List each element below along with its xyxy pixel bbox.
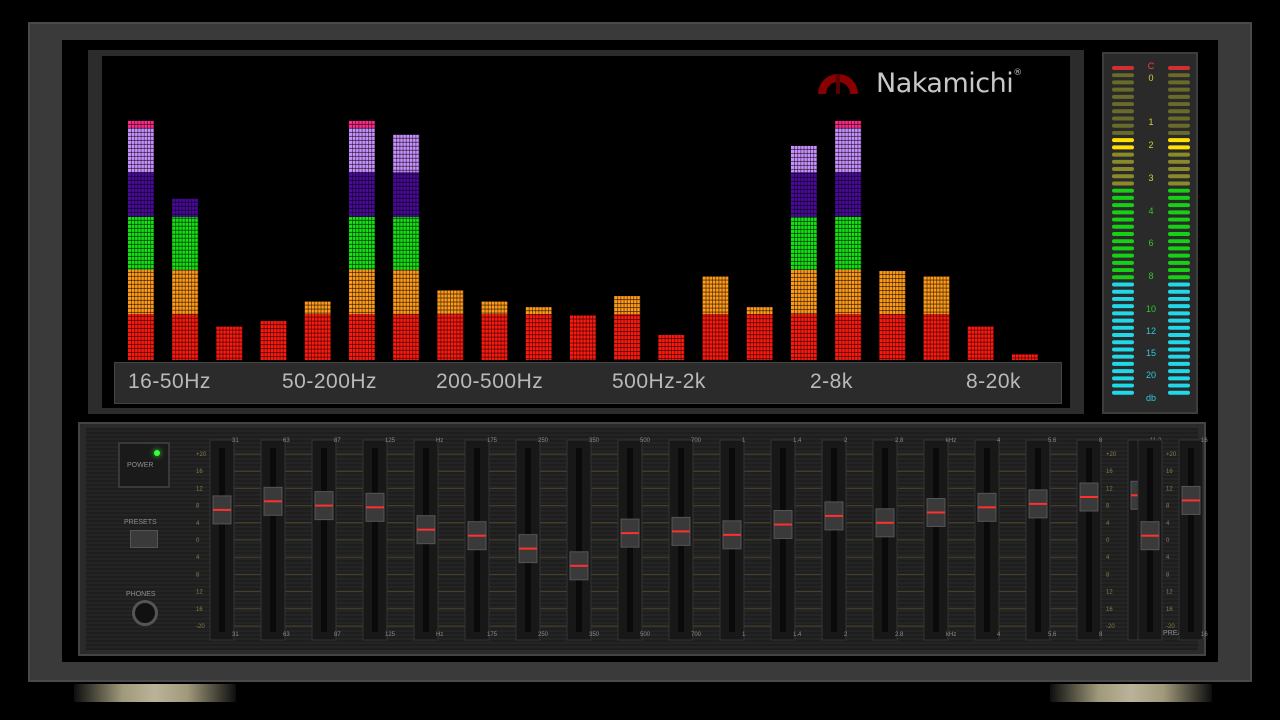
eq-freq-label: 1.4 — [793, 632, 802, 638]
eq-scale-label: 4 — [196, 555, 200, 561]
eq-scale-label: 16 — [1166, 607, 1173, 613]
eq-freq-label: 5.6 — [1048, 438, 1057, 444]
eq-freq-label: 125 — [385, 438, 396, 444]
right-foot — [1050, 684, 1212, 702]
eq-slider[interactable] — [362, 439, 388, 641]
eq-scale-label: -20 — [1106, 624, 1115, 630]
eq-scale-label: -20 — [196, 624, 205, 630]
eq-scale-label: +20 — [1106, 452, 1117, 458]
eq-scale-label: 12 — [196, 486, 203, 492]
eq-freq-label: kHz — [946, 438, 956, 444]
eq-scale-label: 8 — [1106, 572, 1110, 578]
eq-scale-label: 8 — [1166, 504, 1170, 510]
eq-freq-label: 2.8 — [895, 632, 904, 638]
eq-freq-label: Hz — [436, 632, 443, 638]
eq-slider[interactable] — [566, 439, 592, 641]
eq-freq-label: 175 — [487, 632, 498, 638]
left-foot — [74, 684, 236, 702]
eq-slider[interactable] — [1025, 439, 1051, 641]
eq-freq-label: 31 — [232, 438, 239, 444]
eq-slider[interactable] — [872, 439, 898, 641]
eq-freq-label: 8 — [1099, 438, 1103, 444]
eq-freq-label: 1.4 — [793, 438, 802, 444]
eq-freq-label: 250 — [538, 438, 549, 444]
eq-freq-label: 700 — [691, 632, 702, 638]
eq-freq-label: 2.8 — [895, 438, 904, 444]
eq-slider[interactable] — [974, 439, 1000, 641]
eq-scale-label: 0 — [1166, 538, 1170, 544]
eq-slider[interactable] — [1076, 439, 1102, 641]
eq-freq-label: 16 — [1201, 438, 1208, 444]
eq-freq-label: 250 — [538, 632, 549, 638]
eq-freq-label: Hz — [436, 438, 443, 444]
eq-slider[interactable] — [1178, 439, 1204, 641]
eq-freq-label: 350 — [589, 632, 600, 638]
eq-slider[interactable] — [260, 439, 286, 641]
eq-scale-label: 8 — [196, 504, 200, 510]
eq-freq-label: 2 — [844, 632, 848, 638]
eq-scale-label: 12 — [1166, 590, 1173, 596]
eq-freq-label: 4 — [997, 438, 1001, 444]
eq-slider[interactable] — [668, 439, 694, 641]
eq-freq-label: 16 — [1201, 632, 1208, 638]
eq-freq-label: 63 — [283, 438, 290, 444]
eq-freq-label: 31 — [232, 632, 239, 638]
eq-scale-label: 16 — [196, 469, 203, 475]
eq-scale-label: +20 — [196, 452, 207, 458]
eq-scale-label: 4 — [1166, 521, 1170, 527]
eq-slider[interactable] — [770, 439, 796, 641]
eq-freq-label: 125 — [385, 632, 396, 638]
eq-scale-label: 16 — [1106, 607, 1113, 613]
eq-scale-label: 16 — [1106, 469, 1113, 475]
eq-freq-label: 700 — [691, 438, 702, 444]
eq-scale-label: 8 — [196, 572, 200, 578]
eq-scale-label: 12 — [1166, 486, 1173, 492]
eq-scale-label: 12 — [196, 590, 203, 596]
eq-scale-label: 0 — [196, 538, 200, 544]
eq-freq-label: 500 — [640, 438, 651, 444]
eq-scale-label: 12 — [1106, 486, 1113, 492]
eq-scale-label: 12 — [1106, 590, 1113, 596]
eq-scale-label: 8 — [1166, 572, 1170, 578]
eq-sliders: 31 31 63 63 87 87 125 125 Hz Hz 175 175 250 250 350 350… — [196, 438, 1208, 641]
eq-freq-label: 1 — [742, 632, 746, 638]
eq-scale-label: 0 — [1106, 538, 1110, 544]
eq-scale-label: 4 — [196, 521, 200, 527]
eq-slider[interactable] — [311, 439, 337, 641]
eq-freq-label: 350 — [589, 438, 600, 444]
eq-slider[interactable] — [515, 439, 541, 641]
eq-slider[interactable] — [413, 439, 439, 641]
equalizer-app: 16-50Hz 50-200Hz 200-500Hz 500Hz-2k 2-8k… — [0, 0, 1280, 720]
eq-freq-label: 8 — [1099, 632, 1103, 638]
eq-scale-label: +20 — [1166, 452, 1177, 458]
eq-scale-label: 4 — [1106, 521, 1110, 527]
eq-freq-label: 1 — [742, 438, 746, 444]
eq-scale-label: 16 — [196, 607, 203, 613]
eq-slider[interactable] — [719, 439, 745, 641]
eq-freq-label: 175 — [487, 438, 498, 444]
eq-slider[interactable] — [209, 439, 235, 641]
eq-scale-label: 16 — [1166, 469, 1173, 475]
eq-freq-label: 2 — [844, 438, 848, 444]
eq-slider[interactable] — [617, 439, 643, 641]
eq-scale-label: 4 — [1106, 555, 1110, 561]
eq-freq-label: 500 — [640, 632, 651, 638]
eq-scale-label: 4 — [1166, 555, 1170, 561]
eq-freq-label: 4 — [997, 632, 1001, 638]
eq-slider[interactable] — [923, 439, 949, 641]
eq-slider[interactable] — [464, 439, 490, 641]
preamp-slider[interactable] — [1137, 439, 1163, 641]
eq-freq-label: 5.6 — [1048, 632, 1057, 638]
eq-scale-label: 8 — [1106, 504, 1110, 510]
eq-slider[interactable] — [821, 439, 847, 641]
eq-freq-label: kHz — [946, 632, 956, 638]
eq-freq-label: 63 — [283, 632, 290, 638]
eq-freq-label: 87 — [334, 438, 341, 444]
eq-freq-label: 87 — [334, 632, 341, 638]
eq-scale-label: -20 — [1166, 624, 1175, 630]
